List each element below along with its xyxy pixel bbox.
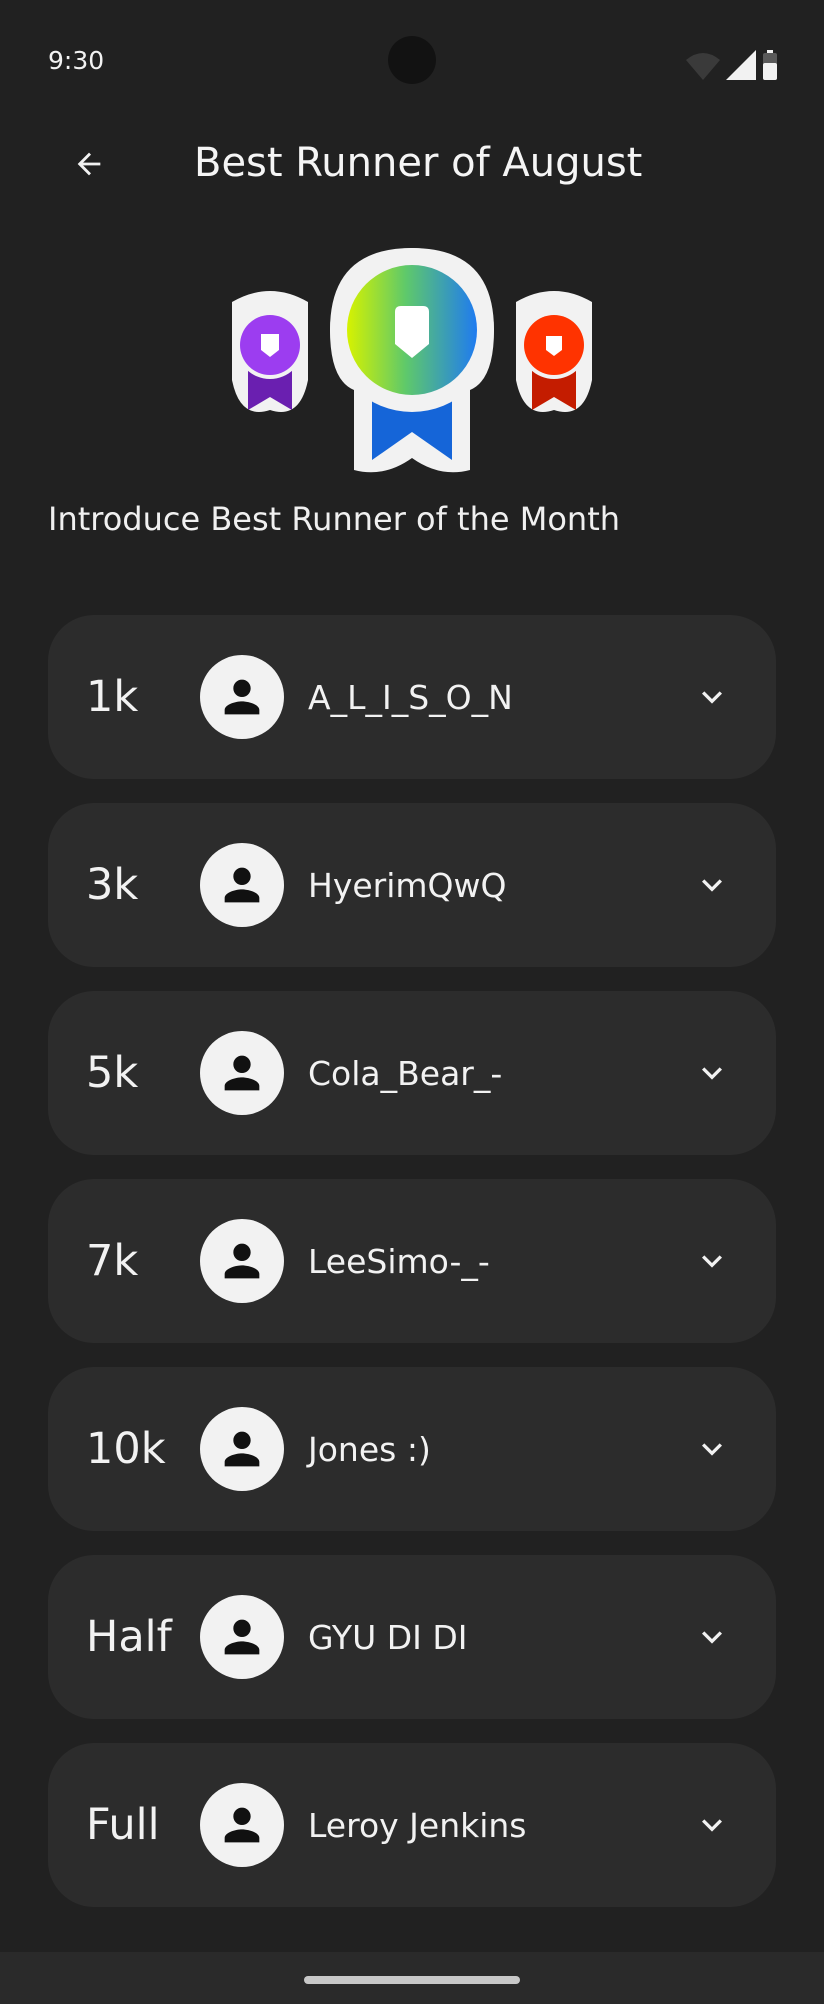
runner-name: A_L_I_S_O_N (308, 677, 513, 717)
runner-name: Jones :) (308, 1429, 431, 1469)
runner-name: Leroy Jenkins (308, 1805, 527, 1845)
person-icon (224, 867, 260, 903)
distance-label: Half (86, 1612, 172, 1662)
avatar (200, 1407, 284, 1491)
runner-card-1k[interactable]: 1k A_L_I_S_O_N (48, 615, 776, 779)
arrow-left-icon (77, 152, 101, 176)
runner-card-full[interactable]: Full Leroy Jenkins (48, 1743, 776, 1907)
camera-cutout (388, 36, 436, 84)
runner-name: HyerimQwQ (308, 865, 507, 905)
distance-label: Full (86, 1800, 160, 1850)
distance-label: 7k (86, 1236, 139, 1286)
runner-card-half[interactable]: Half GYU DI DI (48, 1555, 776, 1719)
chevron-down-icon (702, 691, 722, 704)
runner-list: 1k A_L_I_S_O_N 3k HyerimQwQ 5k Cola_Bear… (48, 615, 776, 1931)
avatar (200, 1783, 284, 1867)
person-icon (224, 679, 260, 715)
person-icon (224, 1055, 260, 1091)
runner-card-7k[interactable]: 7k LeeSimo-_- (48, 1179, 776, 1343)
distance-label: 5k (86, 1048, 139, 1098)
avatar (200, 1031, 284, 1115)
chevron-down-icon (702, 1631, 722, 1644)
battery-icon (763, 50, 777, 80)
person-icon (224, 1807, 260, 1843)
signal-icon (726, 50, 756, 80)
expand-button[interactable] (688, 861, 736, 909)
distance-label: 1k (86, 672, 139, 722)
runner-card-5k[interactable]: 5k Cola_Bear_- (48, 991, 776, 1155)
app-header: Best Runner of August (0, 120, 824, 210)
expand-button[interactable] (688, 1049, 736, 1097)
subtitle: Introduce Best Runner of the Month (48, 500, 621, 538)
wifi-icon (686, 53, 720, 80)
distance-label: 3k (86, 860, 139, 910)
page-title: Best Runner of August (194, 140, 643, 186)
avatar (200, 655, 284, 739)
chevron-down-icon (702, 1819, 722, 1832)
runner-card-3k[interactable]: 3k HyerimQwQ (48, 803, 776, 967)
status-bar: 9:30 (0, 0, 824, 120)
distance-label: 10k (86, 1424, 166, 1474)
chevron-down-icon (702, 1443, 722, 1456)
runner-name: LeeSimo-_- (308, 1241, 490, 1281)
chevron-down-icon (702, 879, 722, 892)
gesture-nav-bar (0, 1952, 824, 2004)
runner-card-10k[interactable]: 10k Jones :) (48, 1367, 776, 1531)
home-handle[interactable] (304, 1976, 520, 1984)
purple-medal-icon (232, 291, 308, 412)
status-icons (686, 50, 778, 80)
person-icon (224, 1243, 260, 1279)
avatar (200, 843, 284, 927)
person-icon (224, 1619, 260, 1655)
chevron-down-icon (702, 1255, 722, 1268)
expand-button[interactable] (688, 1237, 736, 1285)
status-time: 9:30 (48, 46, 105, 75)
red-medal-icon (516, 291, 592, 412)
chevron-down-icon (702, 1067, 722, 1080)
expand-button[interactable] (688, 1425, 736, 1473)
avatar (200, 1595, 284, 1679)
runner-name: GYU DI DI (308, 1617, 468, 1657)
back-button[interactable] (60, 140, 118, 188)
medals-illustration (0, 240, 824, 480)
gradient-medal-icon (330, 248, 494, 473)
expand-button[interactable] (688, 673, 736, 721)
expand-button[interactable] (688, 1801, 736, 1849)
runner-name: Cola_Bear_- (308, 1053, 503, 1093)
person-icon (224, 1431, 260, 1467)
expand-button[interactable] (688, 1613, 736, 1661)
avatar (200, 1219, 284, 1303)
